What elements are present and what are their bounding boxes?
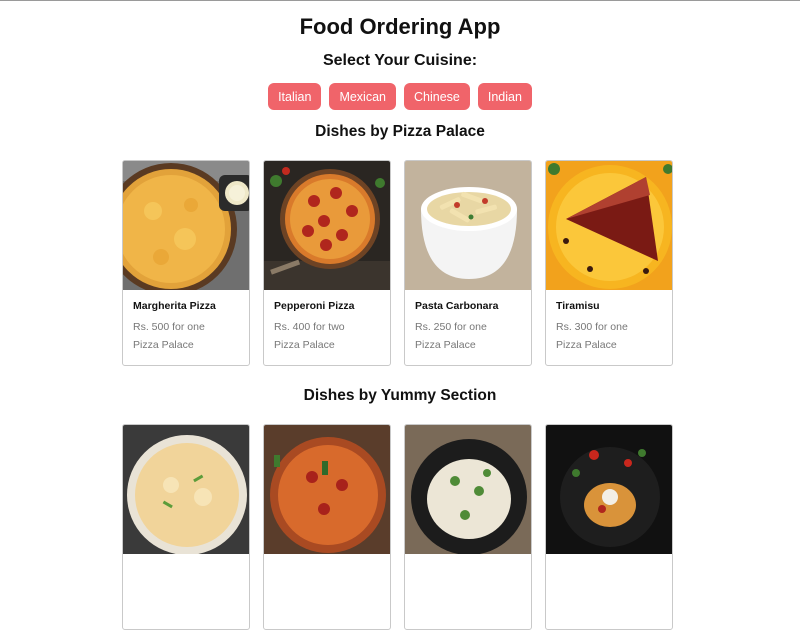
cuisine-select-label: Select Your Cuisine: [322, 52, 478, 69]
pizza-image [264, 425, 390, 554]
dish-restaurant: Pizza Palace [133, 339, 194, 351]
dish-name: Margherita Pizza [133, 300, 216, 312]
dish-name: Pepperoni Pizza [274, 300, 355, 312]
dish-name: Pasta Carbonara [415, 300, 499, 312]
dish-card[interactable] [122, 424, 250, 630]
page-title: Food Ordering App [299, 14, 501, 39]
pepperoni-pizza-image [264, 161, 390, 290]
pasta-image [546, 425, 672, 554]
cuisine-button-indian[interactable]: Indian [477, 83, 532, 110]
dish-name: Tiramisu [556, 300, 600, 312]
cuisine-button-chinese[interactable]: Chinese [403, 83, 470, 110]
dish-price: Rs. 300 for one [556, 321, 628, 333]
dish-card[interactable]: Pepperoni Pizza Rs. 400 for two Pizza Pa… [263, 160, 391, 366]
dish-card[interactable] [545, 424, 673, 630]
cuisine-button-group: Italian Mexican Chinese Indian [0, 83, 800, 110]
section-title-pizza-palace: Dishes by Pizza Palace [315, 123, 485, 140]
dish-card[interactable]: Pasta Carbonara Rs. 250 for one Pizza Pa… [404, 160, 532, 366]
dish-card[interactable] [263, 424, 391, 630]
cuisine-button-italian[interactable]: Italian [268, 83, 322, 110]
tiramisu-image [546, 161, 672, 290]
dish-restaurant: Pizza Palace [274, 339, 335, 351]
dish-grid-pizza-palace: Margherita Pizza Rs. 500 for one Pizza P… [122, 160, 673, 366]
dish-price: Rs. 250 for one [415, 321, 487, 333]
dish-restaurant: Pizza Palace [556, 339, 617, 351]
dish-card[interactable]: Margherita Pizza Rs. 500 for one Pizza P… [122, 160, 250, 366]
pizza-image [123, 425, 249, 554]
section-title-yummy-section: Dishes by Yummy Section [303, 387, 497, 404]
cuisine-button-mexican[interactable]: Mexican [329, 83, 396, 110]
dish-restaurant: Pizza Palace [415, 339, 476, 351]
dish-card[interactable]: Tiramisu Rs. 300 for one Pizza Palace [545, 160, 673, 366]
dish-card[interactable] [404, 424, 532, 630]
dish-grid-yummy-section [122, 424, 673, 630]
margherita-pizza-image [123, 161, 249, 290]
pasta-carbonara-image [405, 161, 531, 290]
dish-price: Rs. 500 for one [133, 321, 205, 333]
dish-price: Rs. 400 for two [274, 321, 345, 333]
pasta-image [405, 425, 531, 554]
